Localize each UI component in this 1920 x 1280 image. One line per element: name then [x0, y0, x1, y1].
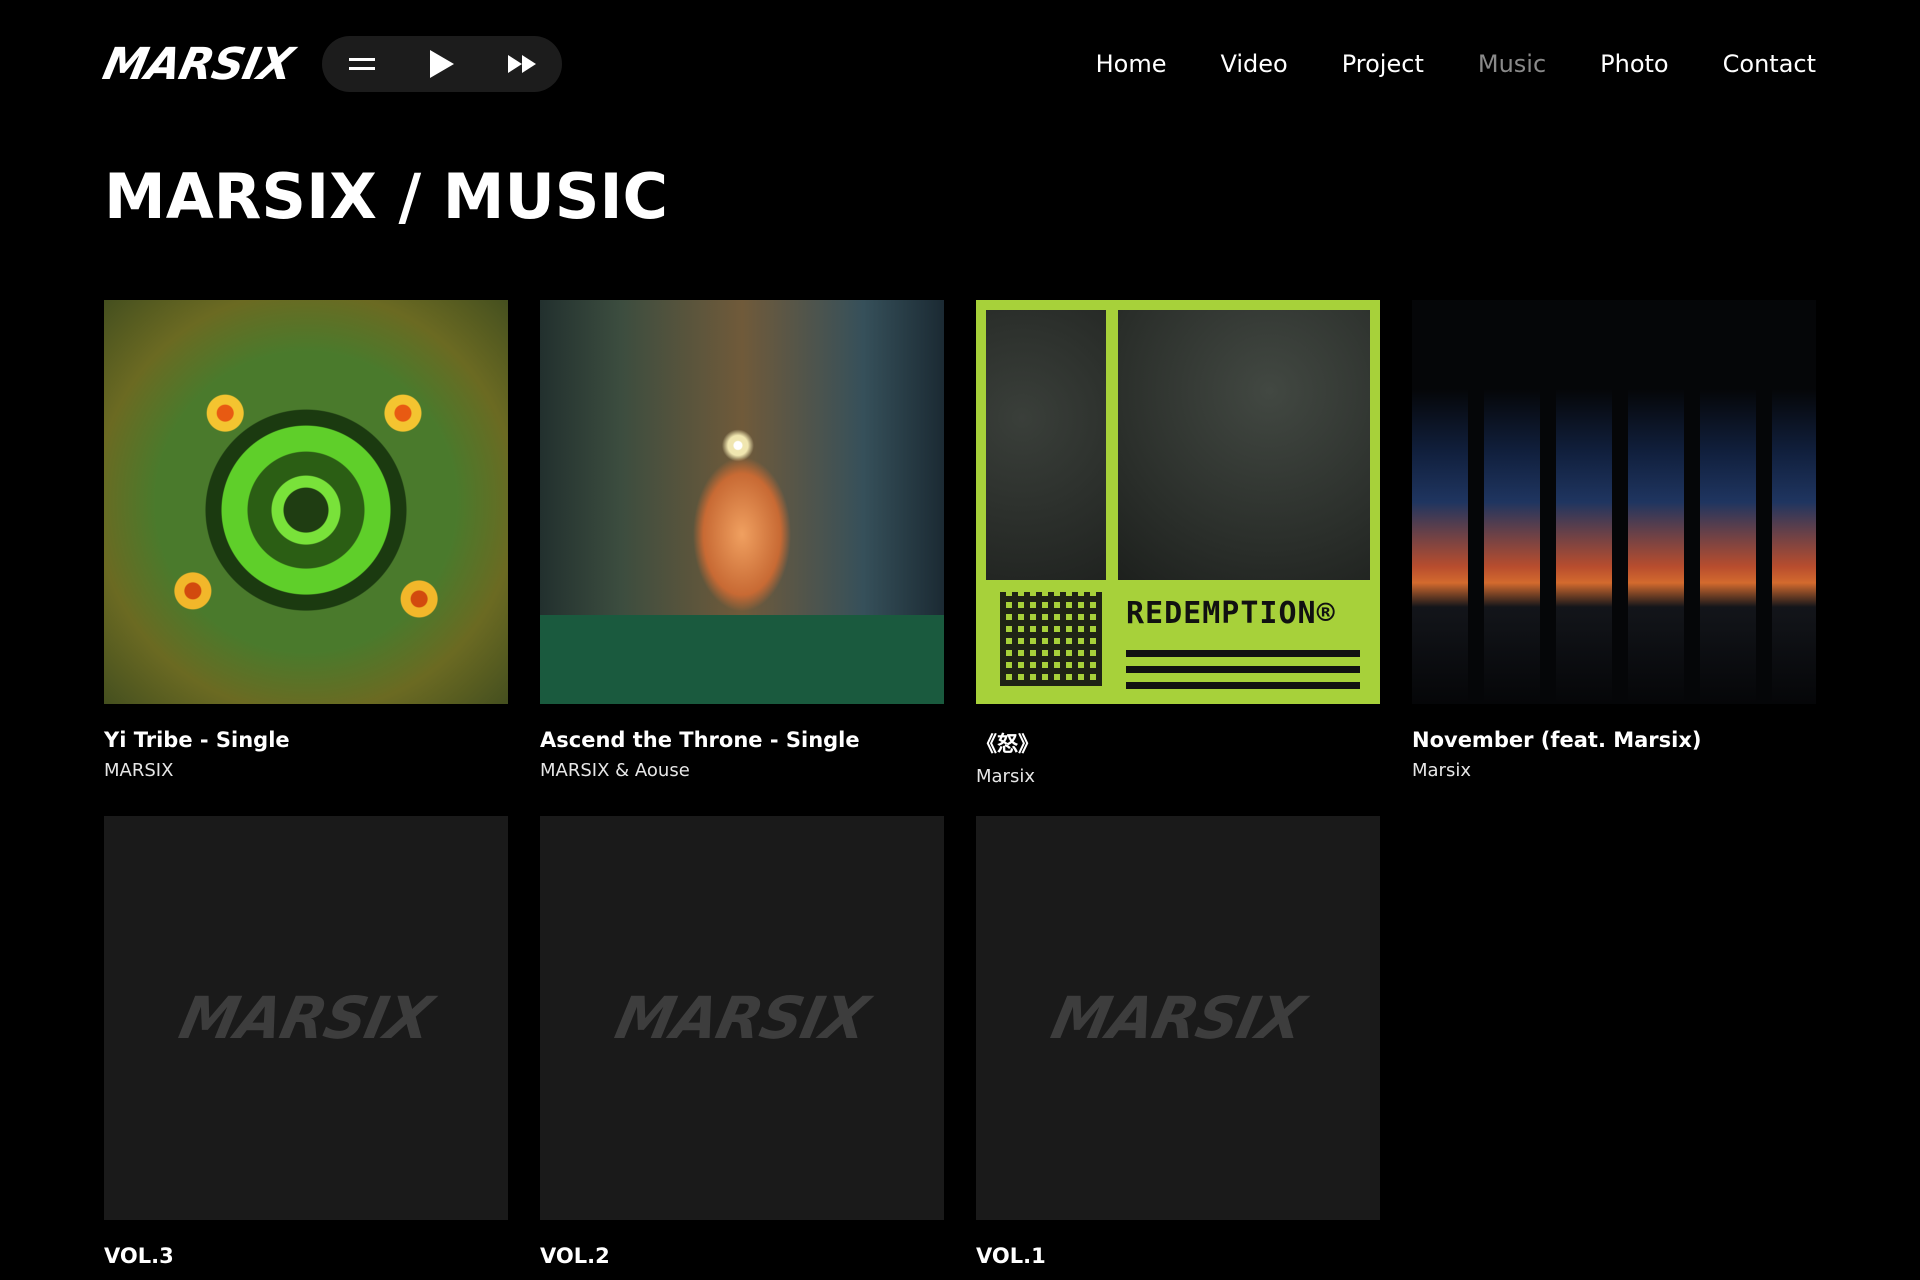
cover-watermark: MARSIX [174, 984, 438, 1052]
cover-wordmark: REDEMPTION® [1126, 596, 1336, 631]
release-card-vol1[interactable]: MARSIX VOL.1 [976, 816, 1380, 1268]
release-title[interactable]: VOL.1 [976, 1244, 1380, 1268]
fast-forward-icon [507, 55, 536, 73]
nav-project[interactable]: Project [1342, 50, 1424, 78]
album-cover[interactable] [1412, 300, 1816, 704]
release-title[interactable]: VOL.2 [540, 1244, 944, 1268]
nav-video[interactable]: Video [1220, 50, 1287, 78]
play-button[interactable] [412, 36, 472, 92]
release-title[interactable]: 《怒》 [976, 728, 1380, 758]
cover-watermark: MARSIX [1046, 984, 1310, 1052]
qr-code-icon [1000, 592, 1102, 686]
release-title[interactable]: Ascend the Throne - Single [540, 728, 944, 752]
next-track-button[interactable] [492, 36, 552, 92]
site-header: MARSIX Home Video Project Music Photo Co… [99, 32, 1816, 96]
play-icon [429, 50, 454, 78]
cover-panel [986, 310, 1106, 580]
release-title[interactable]: November (feat. Marsix) [1412, 728, 1816, 752]
site-logo[interactable]: MARSIX [99, 39, 298, 90]
release-card-nu[interactable]: REDEMPTION® 《怒》 Marsix [976, 300, 1380, 787]
album-cover[interactable]: REDEMPTION® [976, 300, 1380, 704]
main-nav: Home Video Project Music Photo Contact [1096, 50, 1816, 78]
album-cover[interactable]: MARSIX [976, 816, 1380, 1220]
release-card-vol3[interactable]: MARSIX VOL.3 [104, 816, 508, 1268]
music-page: MARSIX Home Video Project Music Photo Co… [0, 0, 1920, 1280]
menu-icon [348, 58, 375, 70]
cover-stripe [1126, 682, 1360, 689]
release-title[interactable]: Yi Tribe - Single [104, 728, 508, 752]
release-artist: Marsix [1412, 760, 1471, 781]
release-artist: Marsix [976, 766, 1035, 787]
release-card-ascend-the-throne[interactable]: Ascend the Throne - Single MARSIX & Aous… [540, 300, 944, 781]
release-artist: MARSIX [104, 760, 174, 781]
cover-stripe [1126, 650, 1360, 657]
release-card-yi-tribe[interactable]: Yi Tribe - Single MARSIX [104, 300, 508, 781]
album-cover[interactable]: MARSIX [104, 816, 508, 1220]
page-title: MARSIX / MUSIC [104, 160, 669, 233]
cover-panel [1118, 310, 1370, 580]
cover-art: REDEMPTION® [986, 310, 1370, 694]
release-artist: MARSIX & Aouse [540, 760, 690, 781]
audio-player [321, 36, 562, 92]
album-cover[interactable]: MARSIX [540, 816, 944, 1220]
cover-stripe [1126, 666, 1360, 673]
release-card-vol2[interactable]: MARSIX VOL.2 [540, 816, 944, 1268]
player-menu-button[interactable] [332, 36, 392, 92]
nav-photo[interactable]: Photo [1600, 50, 1668, 78]
cover-watermark: MARSIX [610, 984, 874, 1052]
album-cover[interactable] [540, 300, 944, 704]
album-cover[interactable] [104, 300, 508, 704]
nav-contact[interactable]: Contact [1723, 50, 1816, 78]
release-title[interactable]: VOL.3 [104, 1244, 508, 1268]
nav-music[interactable]: Music [1478, 50, 1546, 78]
release-card-november[interactable]: November (feat. Marsix) Marsix [1412, 300, 1816, 781]
nav-home[interactable]: Home [1096, 50, 1167, 78]
